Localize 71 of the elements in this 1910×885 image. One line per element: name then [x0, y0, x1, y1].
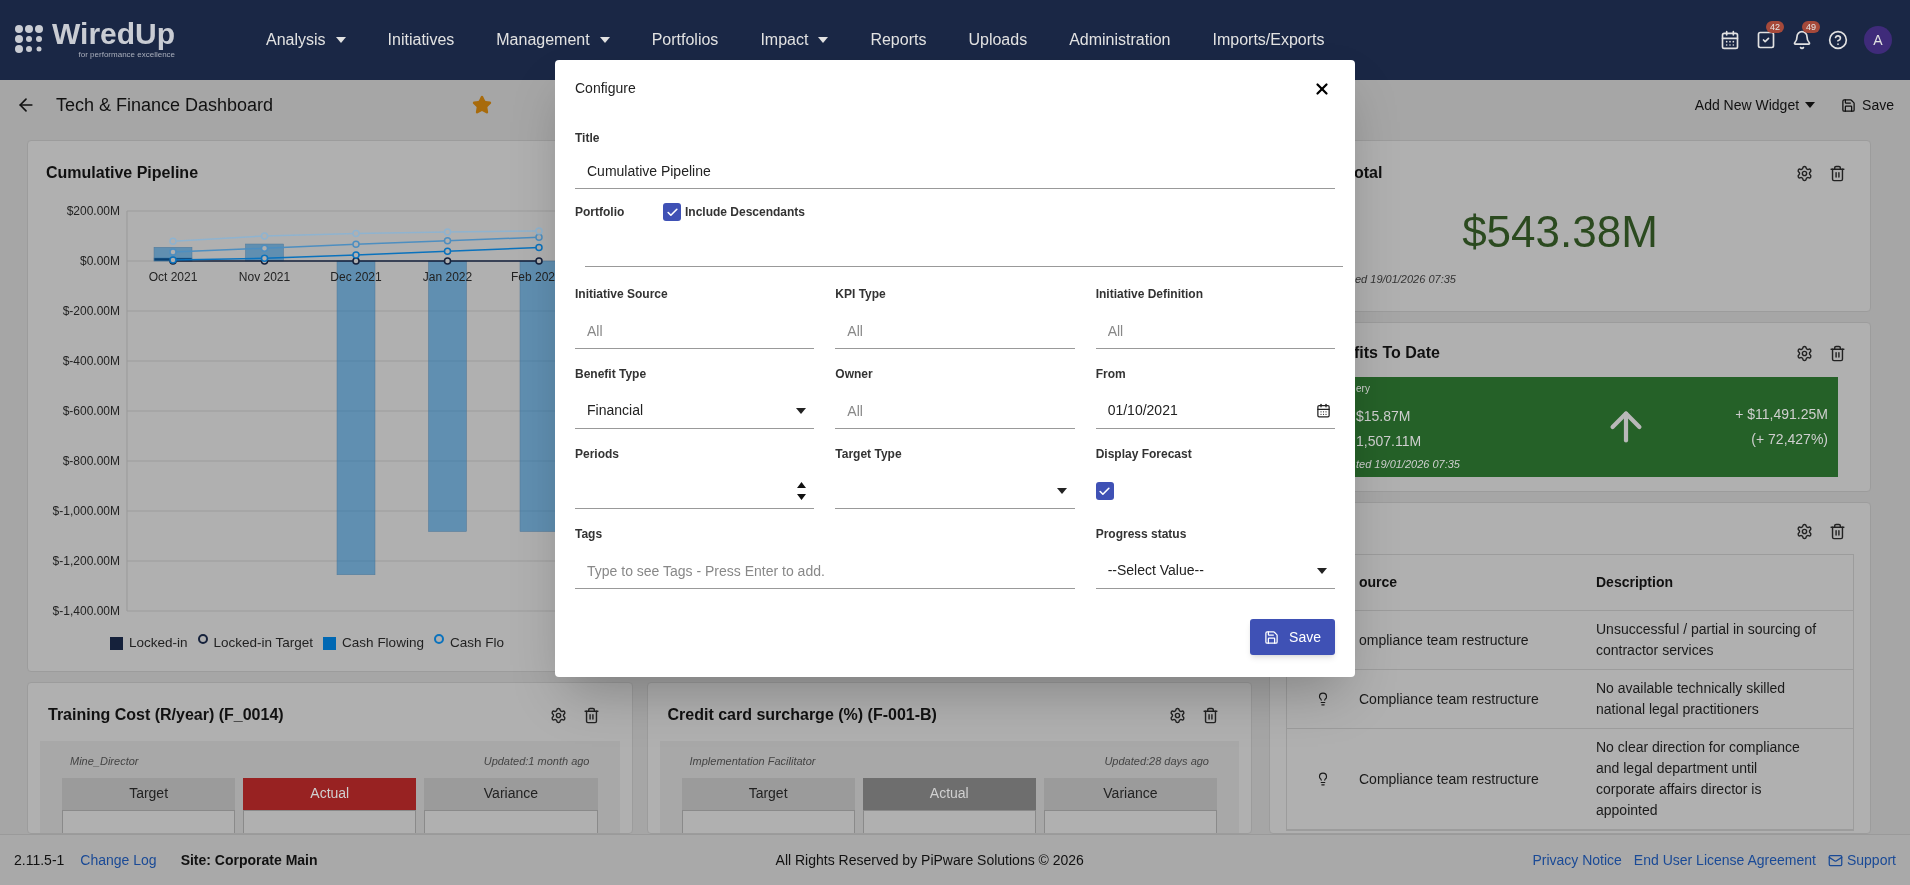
updated-text: Updated:1 month ago — [483, 754, 590, 769]
field-label: Periods — [575, 446, 620, 463]
field-label: Initiative Definition — [1095, 286, 1204, 303]
table-cell-text: ompliance team restructure — [1359, 630, 1530, 650]
field-label: Title — [575, 130, 601, 147]
field-label: Initiative Source — [575, 286, 669, 303]
dashboard-title: Tech & Finance Dashboard — [56, 93, 275, 117]
column-header: Target — [62, 777, 236, 810]
updated-text: ed 19/01/2026 07:35 — [1354, 272, 1457, 287]
tile-caption: ery — [1356, 382, 1371, 397]
field-label: Portfolio — [575, 204, 626, 221]
site-text: Site: Corporate Main — [180, 850, 318, 870]
table-cell-text: No available technically skilled national legal practitioners — [1596, 679, 1787, 719]
card-title: Training Cost (R/year) (F_0014) — [48, 705, 284, 725]
updated-text: ted 19/01/2026 07:35 — [1356, 457, 1461, 473]
total-value: $543.38M — [1461, 206, 1659, 258]
checkbox-label: Include Descendants — [685, 204, 806, 221]
axis-label: $-800.00M — [62, 454, 120, 468]
dialog-title: Configure — [575, 79, 636, 98]
field-label: Target Type — [835, 446, 903, 463]
column-header: Target — [681, 777, 855, 810]
axis-label: $200.00M — [66, 204, 120, 218]
card-title: fits To Date — [1354, 343, 1440, 363]
axis-label: $-1,200.00M — [52, 554, 120, 568]
table-cell-text: Unsuccessful / partial in sourcing of contractor services — [1596, 620, 1818, 660]
field-label: Benefit Type — [575, 366, 648, 383]
axis-label: $-600.00M — [62, 404, 120, 418]
version-text: 2.11.5-1 — [14, 850, 65, 870]
axis-label: $-1,000.00M — [52, 504, 120, 518]
legend-label: Cash Flowing — [342, 634, 424, 652]
column-header: Variance — [424, 777, 598, 810]
field-label: From — [1095, 366, 1127, 383]
legend-label: Locked-in — [129, 634, 188, 652]
field-label: KPI Type — [835, 286, 887, 303]
column-header: Variance — [1043, 777, 1217, 810]
axis-label: $-200.00M — [62, 304, 120, 318]
table-cell-text: Compliance team restructure — [1359, 769, 1540, 789]
card-title: Credit card surcharge (%) (F-001-B) — [667, 705, 937, 725]
axis-label: Oct 2021 — [148, 270, 198, 284]
logo-tagline: for performance excellence — [78, 50, 176, 61]
copyright-text: All Rights Reserved by PiPware Solutions © 2026 — [775, 850, 1084, 870]
axis-label: Jan 2022 — [422, 270, 473, 284]
change-percent: (+ 72,427%) — [1751, 430, 1828, 449]
axis-label: Nov 2021 — [238, 270, 291, 284]
column-header: Actual — [243, 777, 417, 810]
column-header: Actual — [862, 777, 1036, 810]
axis-label: $-400.00M — [62, 354, 120, 368]
field-label: Tags — [575, 526, 604, 543]
tile-value: 1,507.11M — [1356, 432, 1423, 452]
owner-text: Mine_Director — [70, 754, 139, 769]
legend-label: Locked-in Target — [213, 634, 314, 652]
count-badge: 42 — [1766, 21, 1784, 33]
field-label: Owner — [835, 366, 874, 383]
tile-value: $15.87M — [1356, 407, 1412, 427]
axis-label: $-1,400.00M — [52, 604, 120, 618]
legend-label: Cash Flo — [449, 634, 504, 652]
table-cell-text: No clear direction for compliance and legal department until corporate affairs director is appointed — [1596, 738, 1801, 820]
column-header: Description — [1596, 573, 1673, 592]
table-cell-text: Compliance team restructure — [1359, 689, 1540, 709]
updated-text: Updated:28 days ago — [1104, 754, 1209, 769]
field-label: Display Forecast — [1095, 446, 1193, 463]
card-title: otal — [1354, 163, 1383, 183]
field-label: Progress status — [1095, 526, 1188, 543]
owner-text: Implementation Facilitator — [689, 754, 816, 769]
logo-text: WiredUp — [52, 19, 176, 49]
column-header: ource — [1359, 573, 1399, 592]
count-badge: 49 — [1802, 21, 1820, 33]
axis-label: $0.00M — [79, 254, 120, 268]
change-value: + $11,491.25M — [1735, 405, 1828, 424]
axis-label: Dec 2021 — [330, 270, 382, 284]
card-title: Cumulative Pipeline — [46, 163, 199, 183]
